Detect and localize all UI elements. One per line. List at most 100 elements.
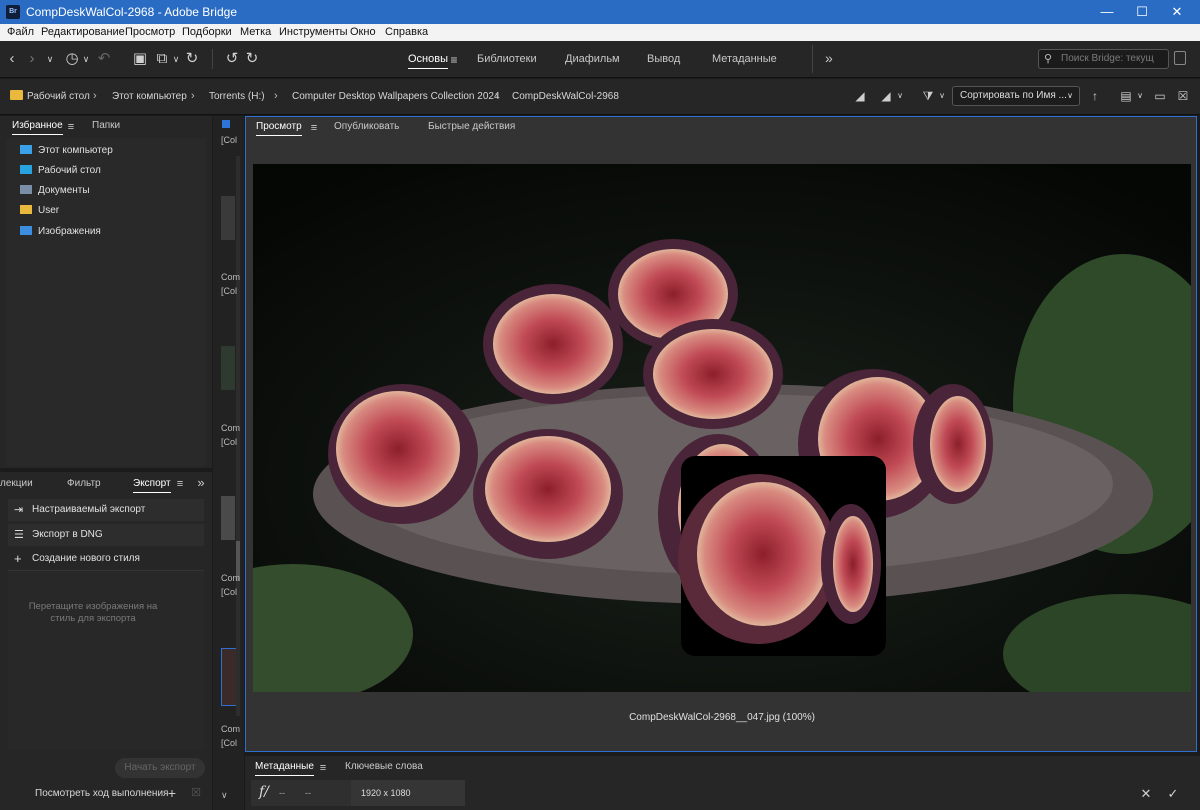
shutter-value: -- <box>305 788 311 798</box>
favorite-label: Этот компьютер <box>38 145 113 156</box>
new-preset-item[interactable]: + Создание нового стиля <box>8 548 204 570</box>
favorite-documents[interactable]: Документы <box>20 185 90 196</box>
tab-libraries[interactable]: Библиотеки <box>477 53 537 65</box>
chevron-down-icon[interactable]: ∨ <box>221 790 228 801</box>
tab-metadata[interactable]: Метаданные <box>712 53 777 65</box>
compact-mode-icon[interactable] <box>1174 51 1186 65</box>
chevron-down-icon[interactable]: ∨ <box>168 51 184 67</box>
tab-filter[interactable]: Фильтр <box>67 478 101 489</box>
toolbar-divider <box>212 49 213 69</box>
breadcrumb-this-pc[interactable]: Этот компьютер <box>112 91 187 102</box>
computer-icon <box>20 145 32 154</box>
more-panels-icon[interactable]: » <box>193 475 209 491</box>
tab-export[interactable]: Экспорт <box>133 478 171 493</box>
sort-label: Сортировать по Имя ... <box>960 90 1067 101</box>
drop-hint: Перетащите изображения на стиль для эксп… <box>8 601 178 625</box>
favorites-list: Этот компьютер Рабочий стол Документы Us… <box>6 138 206 466</box>
favorite-desktop[interactable]: Рабочий стол <box>20 165 101 176</box>
maximize-button[interactable]: ☐ <box>1125 0 1159 24</box>
documents-icon <box>20 185 32 194</box>
chevron-down-icon[interactable]: ∨ <box>892 88 908 104</box>
favorite-pictures[interactable]: Изображения <box>20 226 101 237</box>
thumbnail[interactable] <box>221 496 235 540</box>
thumbnail[interactable] <box>221 196 235 240</box>
menu-icon[interactable]: ≡ <box>63 119 79 135</box>
cancel-icon[interactable]: ✕ <box>1138 786 1154 802</box>
menu-edit[interactable]: Редактирование <box>41 26 125 38</box>
tab-collections[interactable]: лекции <box>0 478 33 489</box>
chevron-down-icon[interactable]: ∨ <box>934 88 950 104</box>
thumbnail[interactable] <box>221 346 235 390</box>
search-icon: ⚲ <box>1044 53 1053 65</box>
folder-icon <box>10 90 23 100</box>
menu-icon[interactable]: ≡ <box>315 760 331 776</box>
tab-folders[interactable]: Папки <box>92 120 120 131</box>
breadcrumb-collection[interactable]: Computer Desktop Wallpapers Collection 2… <box>292 91 500 102</box>
trash-icon[interactable]: ☒ <box>1175 88 1191 104</box>
rotate-left-icon[interactable]: ↺ <box>224 51 240 67</box>
pictures-icon <box>20 226 32 235</box>
export-icon: ⇥ <box>14 504 24 516</box>
tab-essentials[interactable]: Основы <box>408 53 448 69</box>
menu-icon[interactable]: ≡ <box>446 52 462 68</box>
search-input[interactable]: ⚲ Поиск Bridge: текущ <box>1038 49 1169 69</box>
export-item-label: Экспорт в DNG <box>32 529 103 540</box>
breadcrumb-drive[interactable]: Torrents (H:) <box>209 91 265 102</box>
menu-view[interactable]: Просмотр <box>125 26 175 38</box>
view-progress-link[interactable]: Посмотреть ход выполнения <box>35 788 168 799</box>
plus-icon[interactable]: + <box>164 785 180 801</box>
favorite-label: Изображения <box>38 226 101 237</box>
menu-tools[interactable]: Инструменты <box>279 26 348 38</box>
thumbnail-label-line: [Col <box>221 135 238 145</box>
favorite-user[interactable]: User <box>20 205 59 216</box>
tab-quick-actions[interactable]: Быстрые действия <box>428 121 515 132</box>
tab-filmstrip[interactable]: Диафильм <box>565 53 620 65</box>
sort-ascending-icon[interactable]: ↑ <box>1087 88 1103 104</box>
tab-publish[interactable]: Опубликовать <box>334 121 399 132</box>
tab-metadata-panel[interactable]: Метаданные <box>255 761 314 776</box>
camera-icon[interactable]: ▣ <box>132 51 148 67</box>
minimize-button[interactable]: — <box>1090 0 1124 24</box>
tab-preview[interactable]: Просмотр <box>256 121 302 136</box>
menu-help[interactable]: Справка <box>385 26 428 38</box>
return-icon[interactable]: ↶ <box>96 51 112 67</box>
tab-favorites[interactable]: Избранное <box>12 120 63 135</box>
select-checkbox-icon[interactable] <box>222 120 230 128</box>
back-icon[interactable]: ‹ <box>4 51 20 67</box>
menu-icon[interactable]: ≡ <box>172 476 188 492</box>
chevron-down-icon[interactable]: ∨ <box>1132 88 1148 104</box>
photo-downloader-icon[interactable]: ↻ <box>184 51 200 67</box>
close-button[interactable]: ✕ <box>1160 0 1194 24</box>
apply-icon[interactable]: ✓ <box>1165 786 1181 802</box>
tab-keywords[interactable]: Ключевые слова <box>345 761 423 772</box>
thumbnail-selected[interactable] <box>221 648 237 706</box>
new-folder-icon[interactable]: ▭ <box>1152 88 1168 104</box>
breadcrumb-desktop[interactable]: Рабочий стол <box>27 91 90 102</box>
tab-output[interactable]: Вывод <box>647 53 680 65</box>
sort-dropdown[interactable]: Сортировать по Имя ... ∨ <box>952 86 1080 106</box>
more-workspaces-icon[interactable]: » <box>825 50 833 66</box>
export-dng-item[interactable]: ☰ Экспорт в DNG <box>8 524 204 546</box>
chevron-down-icon[interactable]: ∨ <box>42 51 58 67</box>
aperture-value: -- <box>279 788 285 798</box>
export-drop-zone[interactable]: Перетащите изображения на стиль для эксп… <box>8 570 204 750</box>
menu-stacks[interactable]: Подборки <box>182 26 232 38</box>
trash-icon[interactable]: ☒ <box>188 785 204 801</box>
menu-file[interactable]: Файл <box>7 26 34 38</box>
breadcrumb-separator-icon: › <box>274 90 278 102</box>
quality-icon[interactable]: ◢ <box>852 88 868 104</box>
favorite-label: Рабочий стол <box>38 165 101 176</box>
breadcrumb-separator-icon: › <box>495 90 499 102</box>
forward-icon[interactable]: › <box>24 51 40 67</box>
menu-label[interactable]: Метка <box>240 26 271 38</box>
custom-export-item[interactable]: ⇥ Настраиваемый экспорт <box>8 499 204 521</box>
chevron-down-icon[interactable]: ∨ <box>78 51 94 67</box>
drop-hint-line: Перетащите изображения на <box>28 601 158 612</box>
preview-image[interactable] <box>253 164 1191 692</box>
favorite-this-pc[interactable]: Этот компьютер <box>20 145 113 156</box>
breadcrumb-current[interactable]: CompDeskWalCol-2968 <box>512 91 619 102</box>
rotate-right-icon[interactable]: ↻ <box>244 51 260 67</box>
menu-icon[interactable]: ≡ <box>306 120 322 136</box>
start-export-button[interactable]: Начать экспорт <box>115 758 205 778</box>
menu-window[interactable]: Окно <box>350 26 376 38</box>
